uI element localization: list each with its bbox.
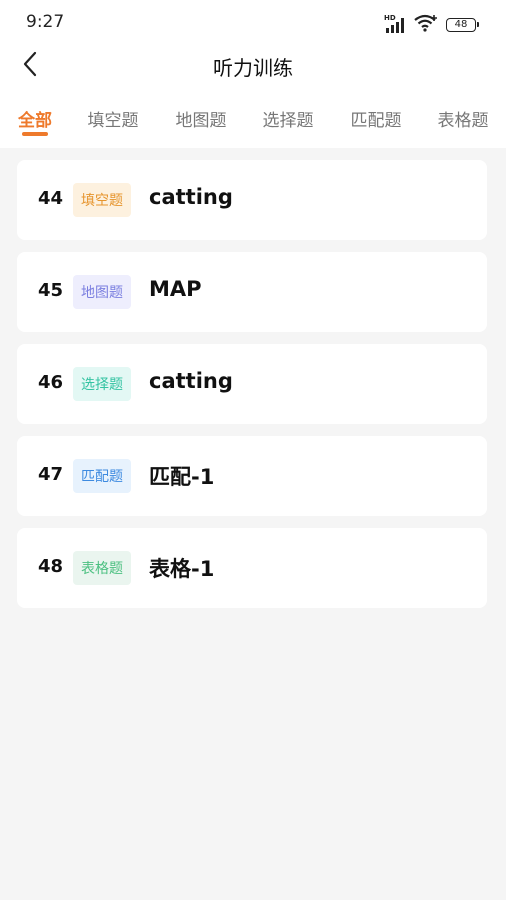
list-item[interactable]: 44 填空题 catting bbox=[17, 160, 487, 240]
item-title: MAP bbox=[149, 277, 202, 301]
item-number: 44 bbox=[38, 188, 64, 209]
tab-table[interactable]: 表格题 bbox=[438, 106, 489, 131]
tab-matching[interactable]: 匹配题 bbox=[351, 106, 402, 131]
item-number: 46 bbox=[38, 372, 64, 393]
item-title: 表格-1 bbox=[149, 557, 215, 581]
top-area: 9:27 HD 48 听力训练 全部 填空题 地图题 选择题 匹配题 表格题 bbox=[0, 0, 506, 148]
tab-map[interactable]: 地图题 bbox=[176, 106, 227, 131]
tab-bar: 全部 填空题 地图题 选择题 匹配题 表格题 bbox=[0, 96, 506, 140]
battery-level: 48 bbox=[454, 19, 468, 30]
type-badge: 填空题 bbox=[73, 183, 131, 217]
status-time: 9:27 bbox=[26, 12, 65, 32]
type-badge: 表格题 bbox=[73, 551, 131, 585]
item-number: 45 bbox=[38, 280, 64, 301]
type-badge: 选择题 bbox=[73, 367, 131, 401]
list-item[interactable]: 46 选择题 catting bbox=[17, 344, 487, 424]
item-title: catting bbox=[149, 369, 233, 393]
type-badge: 地图题 bbox=[73, 275, 131, 309]
item-title: 匹配-1 bbox=[149, 465, 215, 489]
page-title: 听力训练 bbox=[213, 56, 293, 80]
active-tab-indicator bbox=[22, 132, 48, 136]
tab-fill-blank[interactable]: 填空题 bbox=[88, 106, 139, 131]
battery-icon: 48 bbox=[446, 18, 479, 32]
signal-icon: HD bbox=[384, 14, 408, 34]
list-item[interactable]: 48 表格题 表格-1 bbox=[17, 528, 487, 608]
item-number: 47 bbox=[38, 464, 64, 485]
tab-all[interactable]: 全部 bbox=[18, 106, 52, 131]
wifi-icon bbox=[414, 14, 438, 36]
status-icons: HD 48 bbox=[384, 14, 479, 36]
type-badge: 匹配题 bbox=[73, 459, 131, 493]
header: 听力训练 bbox=[0, 46, 506, 86]
list-item[interactable]: 47 匹配题 匹配-1 bbox=[17, 436, 487, 516]
item-title: catting bbox=[149, 185, 233, 209]
item-number: 48 bbox=[38, 556, 64, 577]
tab-choice[interactable]: 选择题 bbox=[263, 106, 314, 131]
question-list: 44 填空题 catting 45 地图题 MAP 46 选择题 catting… bbox=[17, 160, 487, 620]
status-bar: 9:27 HD 48 bbox=[0, 0, 506, 46]
list-item[interactable]: 45 地图题 MAP bbox=[17, 252, 487, 332]
